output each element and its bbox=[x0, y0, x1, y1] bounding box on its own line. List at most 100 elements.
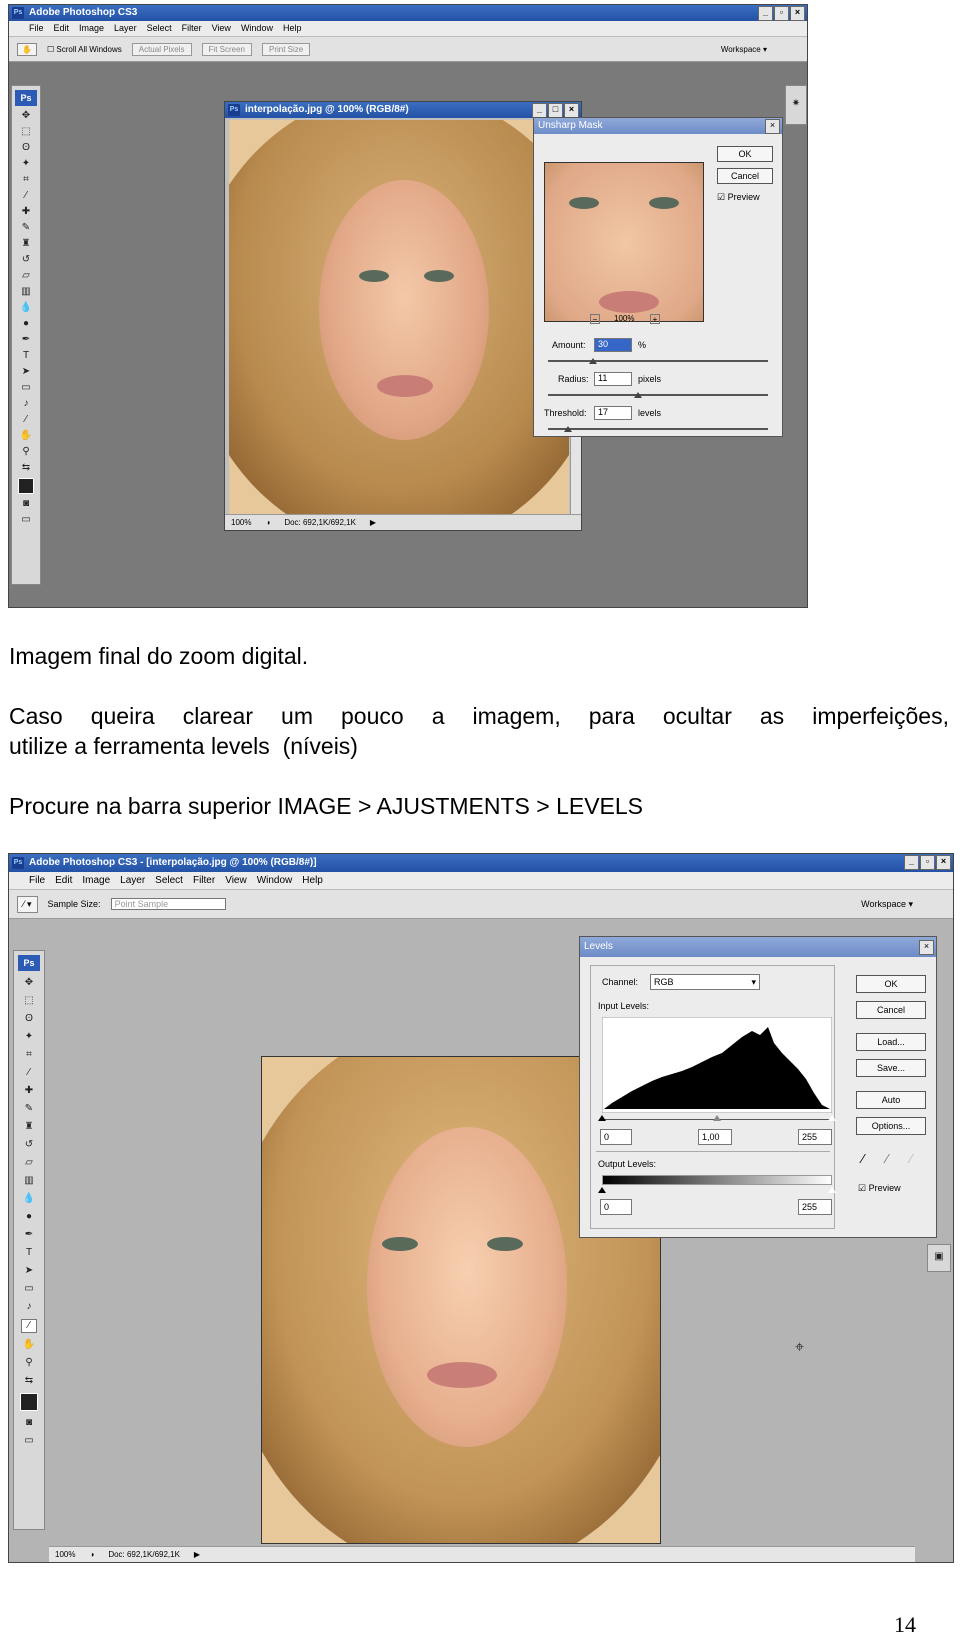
quick-mask-icon-2[interactable]: ◙ bbox=[22, 1417, 36, 1429]
status-arrow-icon[interactable]: ▶ bbox=[370, 518, 376, 527]
quick-mask-icon[interactable]: ◙ bbox=[19, 498, 33, 510]
pen-tool-icon-2[interactable]: ✒ bbox=[22, 1229, 36, 1241]
menu-edit-2[interactable]: Edit bbox=[55, 872, 72, 889]
menu-window[interactable]: Window bbox=[241, 21, 273, 36]
amount-slider[interactable] bbox=[548, 360, 768, 362]
input-black-handle[interactable] bbox=[598, 1115, 606, 1121]
stamp-tool-icon-2[interactable]: ♜ bbox=[22, 1121, 36, 1133]
menu-view[interactable]: View bbox=[212, 21, 231, 36]
magic-wand-icon-2[interactable]: ✦ bbox=[22, 1031, 36, 1043]
stamp-tool-icon[interactable]: ♜ bbox=[19, 238, 33, 250]
levels-options-button[interactable]: Options... bbox=[856, 1117, 926, 1135]
white-eyedropper-icon[interactable]: ⁄ bbox=[910, 1151, 912, 1166]
radius-slider-handle[interactable] bbox=[634, 392, 642, 398]
healing-tool-icon-2[interactable]: ✚ bbox=[22, 1085, 36, 1097]
close-button[interactable]: × bbox=[790, 6, 805, 21]
marquee-tool-icon[interactable]: ⬚ bbox=[19, 126, 33, 138]
notes-tool-icon[interactable]: ♪ bbox=[19, 398, 33, 410]
zoom-tool-icon[interactable]: ⚲ bbox=[19, 446, 33, 458]
workspace-menu-2[interactable]: Workspace ▾ bbox=[861, 899, 913, 910]
minimize-button-2[interactable]: _ bbox=[904, 855, 919, 870]
levels-close-button[interactable]: × bbox=[919, 940, 934, 955]
close-button-2[interactable]: × bbox=[936, 855, 951, 870]
status-icon-2[interactable]: ◑ bbox=[89, 1550, 94, 1559]
screen-mode-icon[interactable]: ▭ bbox=[19, 514, 33, 526]
print-size-button[interactable]: Print Size bbox=[262, 42, 311, 56]
input-gamma-handle[interactable] bbox=[713, 1115, 721, 1121]
shape-tool-icon[interactable]: ▭ bbox=[19, 382, 33, 394]
levels-auto-button[interactable]: Auto bbox=[856, 1091, 926, 1109]
brush-tool-icon[interactable]: ✎ bbox=[19, 222, 33, 234]
input-white-field[interactable]: 255 bbox=[798, 1129, 832, 1145]
menu-select[interactable]: Select bbox=[147, 21, 172, 36]
amount-slider-handle[interactable] bbox=[589, 358, 597, 364]
output-black-field[interactable]: 0 bbox=[600, 1199, 632, 1215]
actual-pixels-button[interactable]: Actual Pixels bbox=[131, 42, 192, 56]
threshold-field[interactable]: 17 bbox=[594, 406, 632, 420]
dodge-tool-icon[interactable]: ● bbox=[19, 318, 33, 330]
unsharp-ok-button[interactable]: OK bbox=[717, 146, 773, 162]
menu-layer[interactable]: Layer bbox=[114, 21, 137, 36]
unsharp-cancel-button[interactable]: Cancel bbox=[717, 168, 773, 184]
output-white-field[interactable]: 255 bbox=[798, 1199, 832, 1215]
restore-button[interactable]: ▫ bbox=[774, 6, 789, 21]
menu-view-2[interactable]: View bbox=[225, 872, 247, 889]
doc-maximize-button[interactable]: □ bbox=[548, 103, 563, 118]
hand-tool-icon[interactable]: ✋ bbox=[17, 42, 37, 56]
crop-tool-icon[interactable]: ⌗ bbox=[19, 174, 33, 186]
menu-image-2[interactable]: Image bbox=[82, 872, 110, 889]
move-tool-icon[interactable]: ✥ bbox=[19, 110, 33, 122]
unsharp-preview-checkbox[interactable]: ☑ Preview bbox=[717, 192, 760, 203]
menu-file[interactable]: File bbox=[29, 21, 44, 36]
blur-tool-icon[interactable]: 💧 bbox=[19, 302, 33, 314]
menu-help-2[interactable]: Help bbox=[302, 872, 323, 889]
shape-tool-icon-2[interactable]: ▭ bbox=[22, 1283, 36, 1295]
swap-colors-icon[interactable]: ⇆ bbox=[19, 462, 33, 474]
unsharp-preview[interactable] bbox=[544, 162, 704, 322]
brush-tool-icon-2[interactable]: ✎ bbox=[22, 1103, 36, 1115]
history-brush-icon-2[interactable]: ↺ bbox=[22, 1139, 36, 1151]
blur-tool-icon-2[interactable]: 💧 bbox=[22, 1193, 36, 1205]
lasso-tool-icon-2[interactable]: ʘ bbox=[22, 1013, 36, 1025]
navigator-icon[interactable]: ✷ bbox=[789, 98, 803, 110]
levels-preview-checkbox[interactable]: ☑ Preview bbox=[858, 1183, 901, 1194]
eyedropper-tool-icon-2[interactable]: ⁄ bbox=[21, 1319, 37, 1333]
input-gamma-field[interactable]: 1,00 bbox=[698, 1129, 732, 1145]
foreground-color-swatch-2[interactable] bbox=[20, 1393, 38, 1411]
workspace-menu[interactable]: Workspace ▾ bbox=[721, 45, 767, 54]
gradient-tool-icon-2[interactable]: ▥ bbox=[22, 1175, 36, 1187]
palette-toggle-icon[interactable]: ▣ bbox=[932, 1251, 946, 1263]
swap-colors-icon-2[interactable]: ⇆ bbox=[22, 1375, 36, 1387]
menu-help[interactable]: Help bbox=[283, 21, 302, 36]
foreground-color-swatch[interactable] bbox=[18, 478, 34, 494]
zoom-out-button[interactable]: − bbox=[590, 314, 600, 324]
menu-edit[interactable]: Edit bbox=[54, 21, 70, 36]
levels-load-button[interactable]: Load... bbox=[856, 1033, 926, 1051]
output-black-handle[interactable] bbox=[598, 1187, 606, 1193]
fit-screen-button[interactable]: Fit Screen bbox=[201, 42, 252, 56]
threshold-slider-handle[interactable] bbox=[564, 426, 572, 432]
levels-ok-button[interactable]: OK bbox=[856, 975, 926, 993]
scroll-all-checkbox[interactable]: ☐ Scroll All Windows bbox=[47, 45, 122, 54]
crop-tool-icon-2[interactable]: ⌗ bbox=[22, 1049, 36, 1061]
status-icon[interactable]: ◑ bbox=[265, 518, 270, 527]
eraser-tool-icon-2[interactable]: ▱ bbox=[22, 1157, 36, 1169]
sample-size-select[interactable]: Point Sample bbox=[110, 898, 226, 910]
slice-tool-icon-2[interactable]: ⁄ bbox=[22, 1067, 36, 1079]
radius-slider[interactable] bbox=[548, 394, 768, 396]
menu-filter-2[interactable]: Filter bbox=[193, 872, 215, 889]
amount-field[interactable]: 30 bbox=[594, 338, 632, 352]
magic-wand-icon[interactable]: ✦ bbox=[19, 158, 33, 170]
gradient-tool-icon[interactable]: ▥ bbox=[19, 286, 33, 298]
output-white-handle[interactable] bbox=[828, 1187, 836, 1193]
type-tool-icon[interactable]: T bbox=[19, 350, 33, 362]
radius-field[interactable]: 11 bbox=[594, 372, 632, 386]
channel-select[interactable]: RGB ▾ bbox=[650, 974, 760, 990]
zoom-in-button[interactable]: + bbox=[650, 314, 660, 324]
doc-minimize-button[interactable]: _ bbox=[532, 103, 547, 118]
pen-tool-icon[interactable]: ✒ bbox=[19, 334, 33, 346]
dodge-tool-icon-2[interactable]: ● bbox=[22, 1211, 36, 1223]
eyedropper-option-icon[interactable]: ⁄ ▾ bbox=[17, 895, 38, 913]
history-brush-icon[interactable]: ↺ bbox=[19, 254, 33, 266]
marquee-tool-icon-2[interactable]: ⬚ bbox=[22, 995, 36, 1007]
